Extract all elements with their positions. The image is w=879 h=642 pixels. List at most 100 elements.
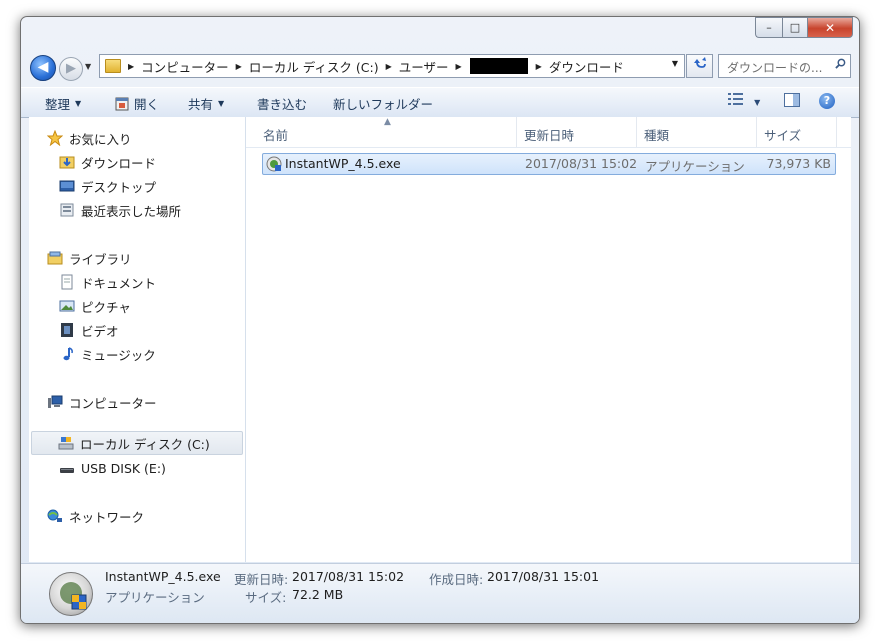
sidebar-item-libraries[interactable]: ライブラリ	[47, 247, 132, 269]
sidebar-item-downloads[interactable]: ダウンロード	[59, 151, 156, 173]
sidebar-label: ドキュメント	[81, 275, 157, 291]
details-pane: InstantWP_4.5.exe アプリケーション 更新日時: 2017/08…	[21, 563, 859, 623]
redacted-username[interactable]	[469, 58, 528, 74]
forward-button[interactable]: ▶	[59, 57, 83, 81]
network-icon	[47, 509, 62, 522]
sidebar-item-favorites[interactable]: お気に入り	[47, 127, 132, 149]
file-name: InstantWP_4.5.exe	[285, 156, 401, 171]
chevron-down-icon: ▼	[754, 98, 761, 107]
maximize-button[interactable]: □	[782, 17, 807, 38]
column-header-modified[interactable]: 更新日時	[524, 125, 574, 144]
open-button[interactable]: 開く	[115, 94, 159, 113]
sidebar-item-usb-disk[interactable]: USB DISK (E:)	[59, 457, 166, 479]
new-folder-label: 新しいフォルダー	[333, 97, 434, 112]
breadcrumb-downloads[interactable]: ダウンロード	[549, 57, 624, 76]
command-bar: 整理 ▼ 開く 共有 ▼ 書き込む 新しいフォルダー ▼ ?	[21, 87, 859, 118]
music-note-icon	[63, 347, 73, 361]
file-modified: 2017/08/31 15:02	[525, 156, 638, 171]
detail-file-name: InstantWP_4.5.exe	[105, 569, 221, 584]
exe-app-icon	[266, 156, 282, 172]
organize-label: 整理	[45, 97, 71, 112]
window-controls: – □ ✕	[755, 17, 853, 38]
column-header-type[interactable]: 種類	[644, 125, 669, 144]
sidebar-label: デスクトップ	[81, 179, 157, 195]
detail-size-value: 72.2 MB	[292, 587, 344, 602]
detail-created-value: 2017/08/31 15:01	[487, 569, 600, 584]
hard-drive-icon	[58, 437, 74, 450]
breadcrumb-local-disk[interactable]: ローカル ディスク (C:)	[249, 57, 379, 76]
sidebar-label: ダウンロード	[81, 155, 157, 171]
search-box[interactable]: ダウンロードの...	[718, 54, 851, 78]
file-row[interactable]: InstantWP_4.5.exe 2017/08/31 15:02 アプリケー…	[262, 153, 836, 175]
detail-file-type: アプリケーション	[105, 590, 205, 605]
sidebar-label: ローカル ディスク (C:)	[80, 436, 210, 452]
usb-drive-icon	[60, 468, 74, 473]
sidebar-item-documents[interactable]: ドキュメント	[59, 271, 156, 293]
sidebar-label: コンピューター	[69, 395, 157, 411]
address-dropdown-icon[interactable]: ▼	[672, 59, 678, 68]
navigation-pane: お気に入り ダウンロード デスクトップ 最近表示した場所 ライブラリ ドキュメン…	[29, 117, 246, 562]
sidebar-item-music[interactable]: ミュージック	[59, 343, 156, 365]
view-list-icon	[728, 93, 743, 105]
close-button[interactable]: ✕	[807, 17, 853, 38]
breadcrumb-users[interactable]: ユーザー	[399, 57, 449, 76]
detail-modified-value: 2017/08/31 15:02	[292, 569, 405, 584]
minimize-button[interactable]: –	[755, 17, 782, 38]
sort-ascending-icon: ▲	[384, 117, 391, 127]
burn-button[interactable]: 書き込む	[257, 94, 307, 113]
sidebar-label: ピクチャ	[81, 299, 131, 315]
breadcrumb-computer[interactable]: コンピューター	[141, 57, 229, 76]
column-divider[interactable]	[636, 117, 637, 147]
detail-size-label: サイズ:	[245, 590, 287, 605]
column-divider[interactable]	[756, 117, 757, 147]
chevron-down-icon: ▼	[218, 99, 225, 108]
magnifier-icon[interactable]	[835, 58, 846, 69]
sidebar-item-recent-places[interactable]: 最近表示した場所	[59, 199, 181, 221]
sidebar-item-pictures[interactable]: ピクチャ	[59, 295, 131, 317]
downloads-folder-icon	[59, 156, 75, 169]
document-icon	[61, 274, 73, 290]
computer-icon	[48, 395, 63, 408]
exe-app-large-icon	[49, 572, 93, 616]
view-options-button[interactable]: ▼	[728, 93, 760, 109]
navigation-bar: ◀ ▶ ▼ ▶ コンピューター ▶ ローカル ディスク (C:) ▶ ユーザー …	[21, 53, 859, 83]
help-button[interactable]: ?	[819, 93, 835, 109]
sidebar-item-computer[interactable]: コンピューター	[47, 391, 157, 413]
sidebar-label: ミュージック	[81, 347, 156, 363]
organize-button[interactable]: 整理 ▼	[45, 94, 81, 113]
address-bar[interactable]: ▶ コンピューター ▶ ローカル ディスク (C:) ▶ ユーザー ▶ ▶ ダウ…	[99, 54, 685, 78]
sidebar-label: ネットワーク	[69, 509, 145, 525]
share-button[interactable]: 共有 ▼	[188, 94, 224, 113]
file-size: 73,973 KB	[766, 156, 831, 171]
file-type: アプリケーション	[645, 159, 745, 174]
recent-places-icon	[60, 203, 74, 217]
detail-created-label: 作成日時:	[429, 572, 484, 587]
sidebar-item-local-disk[interactable]: ローカル ディスク (C:)	[31, 431, 243, 455]
preview-pane-button[interactable]	[784, 93, 800, 111]
sidebar-label: お気に入り	[69, 131, 132, 147]
burn-label: 書き込む	[257, 97, 308, 112]
share-label: 共有	[188, 97, 214, 112]
new-folder-button[interactable]: 新しいフォルダー	[333, 94, 433, 113]
sidebar-item-desktop[interactable]: デスクトップ	[59, 175, 156, 197]
recent-pages-dropdown[interactable]: ▼	[85, 62, 91, 71]
chevron-right-icon[interactable]: ▶	[536, 62, 542, 71]
star-icon	[47, 130, 63, 146]
back-button[interactable]: ◀	[30, 55, 56, 81]
column-divider[interactable]	[516, 117, 517, 147]
column-header-size[interactable]: サイズ	[764, 125, 801, 144]
chevron-right-icon[interactable]: ▶	[236, 62, 242, 71]
open-label: 開く	[134, 97, 160, 112]
detail-modified-label: 更新日時:	[234, 572, 289, 587]
folder-icon	[105, 59, 121, 73]
column-headers: ▲ 名前 更新日時 種類 サイズ	[246, 117, 851, 148]
file-list-pane: ▲ 名前 更新日時 種類 サイズ InstantWP_4.5.exe 2017/…	[246, 117, 851, 562]
chevron-right-icon[interactable]: ▶	[456, 62, 462, 71]
column-divider[interactable]	[836, 117, 837, 147]
column-header-name[interactable]: 名前	[263, 125, 288, 144]
chevron-right-icon[interactable]: ▶	[128, 62, 134, 71]
sidebar-item-network[interactable]: ネットワーク	[47, 505, 144, 527]
chevron-right-icon[interactable]: ▶	[386, 62, 392, 71]
sidebar-item-videos[interactable]: ビデオ	[59, 319, 119, 341]
refresh-button[interactable]	[686, 54, 713, 78]
